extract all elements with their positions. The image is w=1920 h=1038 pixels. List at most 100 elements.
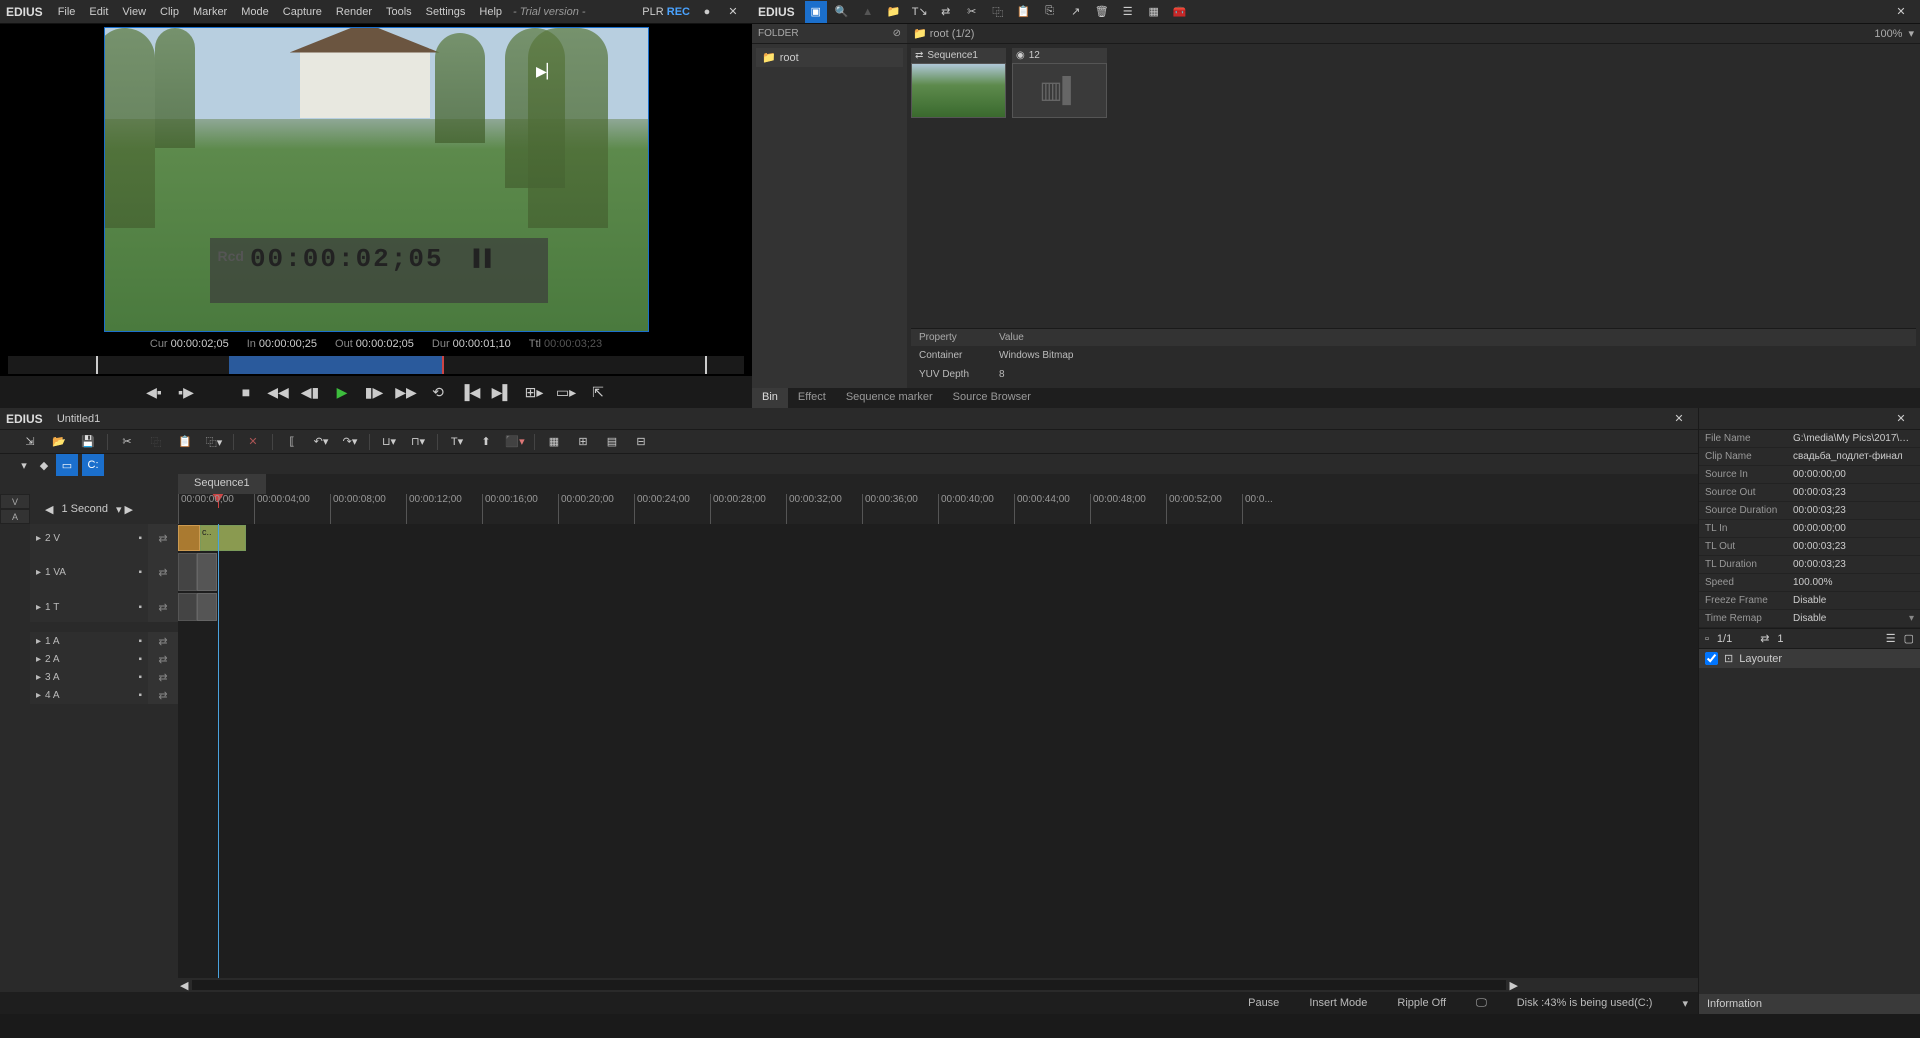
close-icon[interactable]: ✕ bbox=[722, 1, 744, 23]
menu-clip[interactable]: Clip bbox=[153, 6, 186, 18]
tab-source-browser[interactable]: Source Browser bbox=[943, 388, 1041, 408]
tc-in[interactable]: 00:00:00;25 bbox=[259, 338, 317, 350]
folder-tree[interactable]: 📁 root bbox=[752, 44, 907, 388]
open-folder-icon[interactable]: 📁 bbox=[883, 1, 905, 23]
next-edit-button[interactable]: ▶▌ bbox=[490, 382, 514, 402]
layout-4-icon[interactable]: ⊟ bbox=[630, 431, 652, 453]
loop-button[interactable]: ⟲ bbox=[426, 382, 450, 402]
a-mode[interactable]: A bbox=[0, 509, 30, 524]
tl-tool-b[interactable]: ◆ bbox=[36, 454, 52, 476]
export-frame-button[interactable]: ⇱ bbox=[586, 382, 610, 402]
grid-small-icon[interactable]: ▢ bbox=[1904, 632, 1914, 645]
tc-cur[interactable]: 00:00:02;05 bbox=[171, 338, 229, 350]
folder-root[interactable]: 📁 root bbox=[756, 48, 903, 67]
track-lane[interactable] bbox=[178, 668, 1698, 686]
export-icon[interactable]: ⎘ bbox=[1039, 1, 1061, 23]
track-header[interactable]: ▸ 2 A ▪ bbox=[30, 650, 148, 668]
clip[interactable] bbox=[218, 525, 246, 551]
track-lane[interactable] bbox=[178, 650, 1698, 668]
add-title-icon[interactable]: T↘ bbox=[909, 1, 931, 23]
folder-icon[interactable]: ▣ bbox=[805, 1, 827, 23]
track-lane[interactable] bbox=[178, 632, 1698, 650]
cut-tl-icon[interactable]: ✂ bbox=[116, 431, 138, 453]
scale-prev-icon[interactable]: ◀ bbox=[45, 503, 53, 516]
list-icon[interactable]: ☰ bbox=[1117, 1, 1139, 23]
copy-tl-icon[interactable]: ⿻ bbox=[145, 431, 167, 453]
tab-bin[interactable]: Bin bbox=[752, 388, 788, 408]
menu-file[interactable]: File bbox=[51, 6, 83, 18]
set-in-button[interactable]: ◀▪ bbox=[142, 382, 166, 402]
zoom-dropdown-icon[interactable]: ▾ bbox=[1908, 27, 1914, 40]
playhead-line[interactable] bbox=[218, 524, 219, 978]
track-header[interactable]: ▸ 4 A ▪ bbox=[30, 686, 148, 704]
minimize-icon[interactable]: ● bbox=[696, 1, 718, 23]
zoom-level[interactable]: 100% bbox=[1874, 28, 1902, 40]
tl-tool-a[interactable]: ▾ bbox=[16, 454, 32, 476]
prop-header-val[interactable]: Value bbox=[991, 329, 1032, 346]
clip[interactable] bbox=[197, 593, 217, 621]
tab-seq-marker[interactable]: Sequence marker bbox=[836, 388, 943, 408]
title-icon[interactable]: T▾ bbox=[446, 431, 468, 453]
clip[interactable] bbox=[178, 593, 197, 621]
track-patch[interactable]: ⇄ bbox=[148, 650, 178, 668]
prev-edit-button[interactable]: ▐◀ bbox=[458, 382, 482, 402]
tc-out[interactable]: 00:00:02;05 bbox=[356, 338, 414, 350]
clip[interactable] bbox=[197, 553, 217, 591]
menu-edit[interactable]: Edit bbox=[82, 6, 115, 18]
menu-tools[interactable]: Tools bbox=[379, 6, 419, 18]
layouter-checkbox[interactable] bbox=[1705, 652, 1718, 665]
bin-path-bar[interactable]: 📁 root (1/2) 100% ▾ bbox=[907, 24, 1920, 43]
clip[interactable] bbox=[178, 553, 197, 591]
delete-icon[interactable]: ✕ bbox=[242, 431, 264, 453]
next-frame-button[interactable]: ▮▶ bbox=[362, 382, 386, 402]
track-patch[interactable]: ⇄ bbox=[148, 632, 178, 650]
scrub-bar[interactable] bbox=[8, 356, 744, 374]
tl-tool-d[interactable]: C: bbox=[82, 454, 104, 476]
track-header[interactable]: ▸ 1 T ▪ bbox=[30, 592, 148, 622]
play-button[interactable]: ▶ bbox=[330, 382, 354, 402]
track-lane[interactable] bbox=[178, 686, 1698, 704]
monitor-icon[interactable]: 🖵 bbox=[1476, 997, 1487, 1010]
stop-button[interactable]: ■ bbox=[234, 382, 258, 402]
export-tl-icon[interactable]: ⬆ bbox=[475, 431, 497, 453]
timeline-scale[interactable]: ◀ 1 Second ▾ ▶ bbox=[30, 494, 148, 524]
tc-dur[interactable]: 00:00:01;10 bbox=[453, 338, 511, 350]
prev-frame-button[interactable]: ◀▮ bbox=[298, 382, 322, 402]
group-icon[interactable]: ⊔▾ bbox=[378, 431, 400, 453]
menu-settings[interactable]: Settings bbox=[419, 6, 473, 18]
up-icon[interactable]: ▲ bbox=[857, 1, 879, 23]
render-icon[interactable]: ⬛▾ bbox=[504, 431, 526, 453]
bin-thumb-clip[interactable]: ◉12 ▥▌ bbox=[1012, 48, 1107, 118]
menu-capture[interactable]: Capture bbox=[276, 6, 329, 18]
prop-header-key[interactable]: Property bbox=[911, 329, 991, 346]
sequence-tab[interactable]: Sequence1 bbox=[178, 474, 266, 494]
rewind-button[interactable]: ◀◀ bbox=[266, 382, 290, 402]
preview-viewport[interactable]: ▶▏ Rcd 00:00:02;05 ▌▌ bbox=[0, 24, 752, 334]
close-timeline-icon[interactable]: ✕ bbox=[1668, 408, 1690, 430]
scroll-left-icon[interactable]: ◀ bbox=[180, 979, 188, 992]
tool-1[interactable]: ⇲ bbox=[19, 431, 41, 453]
menu-view[interactable]: View bbox=[115, 6, 153, 18]
menu-mode[interactable]: Mode bbox=[234, 6, 276, 18]
track-lane[interactable]: с.. bbox=[178, 524, 1698, 552]
close-info-icon[interactable]: ✕ bbox=[1890, 408, 1912, 430]
cut-icon[interactable]: ✂ bbox=[961, 1, 983, 23]
menu-marker[interactable]: Marker bbox=[186, 6, 234, 18]
copy-icon[interactable]: ⿻ bbox=[987, 1, 1009, 23]
insert-button[interactable]: ⊞▸ bbox=[522, 382, 546, 402]
undo-icon[interactable]: ↶▾ bbox=[310, 431, 332, 453]
ripple-icon[interactable]: ⟦ bbox=[281, 431, 303, 453]
folder-clear-icon[interactable]: ⊘ bbox=[893, 28, 901, 39]
send-icon[interactable]: ↗ bbox=[1065, 1, 1087, 23]
layout-1-icon[interactable]: ▦ bbox=[543, 431, 565, 453]
set-out-button[interactable]: ▪▶ bbox=[174, 382, 198, 402]
layout-2-icon[interactable]: ⊞ bbox=[572, 431, 594, 453]
layouter-row[interactable]: ⊡ Layouter bbox=[1699, 649, 1920, 668]
tl-tool-c[interactable]: ▭ bbox=[56, 454, 78, 476]
bin-content[interactable]: ⇄Sequence1 ◉12 ▥▌ Property Value Contain… bbox=[907, 44, 1920, 388]
menu-help[interactable]: Help bbox=[472, 6, 509, 18]
link-icon[interactable]: ⊓▾ bbox=[407, 431, 429, 453]
track-patch[interactable]: ⇄ bbox=[148, 592, 178, 622]
overwrite-button[interactable]: ▭▸ bbox=[554, 382, 578, 402]
track-header[interactable]: ▸ 3 A ▪ bbox=[30, 668, 148, 686]
